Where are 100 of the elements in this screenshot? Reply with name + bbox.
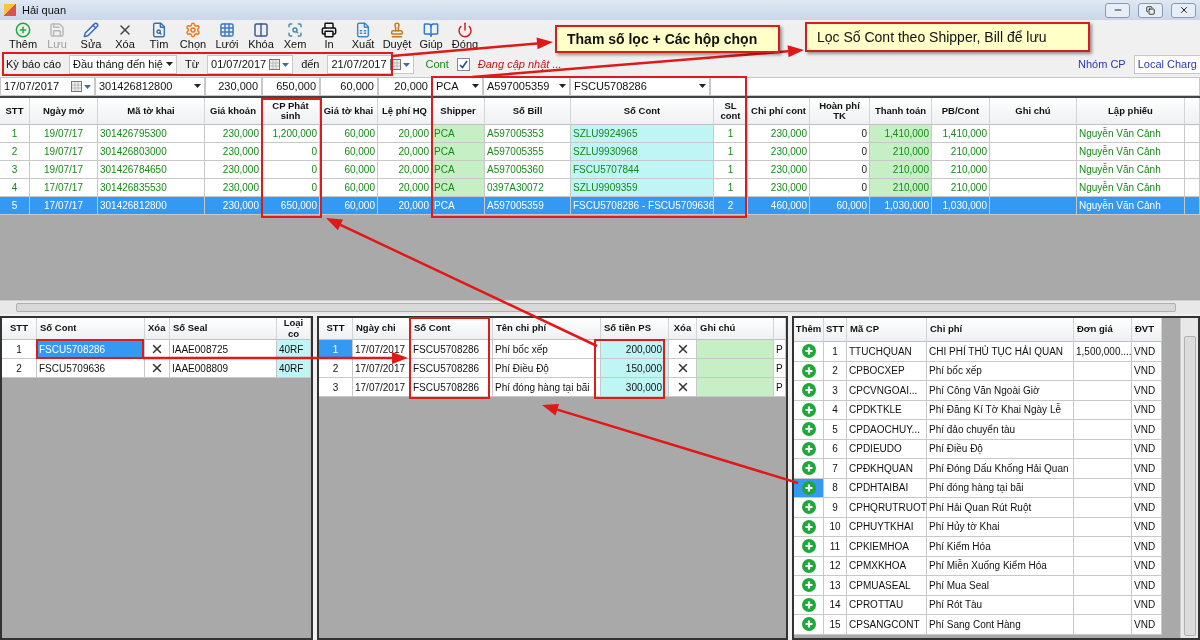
toolbar-button[interactable]: Chọn — [176, 21, 210, 51]
dropdown-arrow-icon — [472, 84, 479, 88]
table-row[interactable]: 3 19/07/17 301426784650 230,000 0 60,000 20,000 PCA A597005360 FSCU5707844 1 230,000 0 210,000 210,000 Nguyễn Văn Cảnh — [0, 161, 1200, 179]
table-cell: P — [774, 378, 786, 397]
add-icon[interactable] — [801, 363, 816, 378]
callout-note: Lọc Số Cont theo Shipper, Bill để lưu — [805, 22, 1090, 52]
add-cell[interactable] — [794, 400, 824, 420]
table-cell: CPDKTKLE — [847, 400, 927, 420]
input-field[interactable] — [710, 76, 1200, 96]
add-cell[interactable] — [794, 498, 824, 518]
check-icon — [458, 59, 468, 69]
column-header: Ghi chú — [697, 318, 774, 340]
table-cell: 20,000 — [378, 197, 432, 215]
restore-button[interactable] — [1138, 2, 1163, 18]
add-icon[interactable] — [801, 402, 816, 417]
table-cell: 40RF — [277, 359, 311, 378]
table-cell: CPBOCXEP — [847, 361, 927, 381]
table-cell[interactable]: 3 — [319, 378, 353, 397]
table-cell: 210,000 — [870, 143, 932, 161]
column-header: Ngày chi — [353, 318, 411, 340]
column-header: Shipper — [432, 98, 485, 125]
table-row[interactable]: 2 19/07/17 301426803000 230,000 0 60,000 20,000 PCA A597005355 SZLU9930968 1 230,000 0 210,000 210,000 Nguyễn Văn Cảnh — [0, 143, 1200, 161]
table-cell: VND — [1132, 576, 1162, 596]
add-cell[interactable] — [794, 556, 824, 576]
scrollbar-thumb[interactable] — [1183, 336, 1196, 636]
minimize-button[interactable] — [1105, 2, 1130, 18]
toolbar-button[interactable]: Duyệt — [380, 21, 414, 51]
delete-icon[interactable] — [150, 361, 164, 375]
table-cell: Phí Điều Độ — [927, 439, 1074, 459]
add-cell[interactable] — [794, 595, 824, 615]
group-label: Nhóm CP — [1078, 58, 1126, 70]
table-cell[interactable]: FSCU5709636 — [37, 359, 145, 378]
toolbar-button[interactable]: Xem — [278, 21, 312, 51]
add-cell[interactable] — [794, 615, 824, 635]
book-icon — [423, 21, 439, 38]
toolbar-button[interactable]: Lưới — [210, 21, 244, 51]
add-icon[interactable] — [801, 344, 816, 359]
declaration-dropdown[interactable]: 301426812800 — [95, 76, 205, 96]
add-icon[interactable] — [801, 539, 816, 554]
table-cell: A597005359 — [485, 197, 571, 215]
amount-field[interactable]: 230,000 — [205, 76, 262, 96]
amount-field[interactable]: 650,000 — [262, 76, 320, 96]
add-cell[interactable] — [794, 517, 824, 537]
toolbar-button[interactable]: Xuất — [346, 21, 380, 51]
toolbar-button[interactable]: Giúp — [414, 21, 448, 51]
dropdown-arrow-icon — [699, 84, 706, 88]
toolbar-button[interactable]: Sửa — [74, 21, 108, 51]
toolbar-button[interactable]: Tìm — [142, 21, 176, 51]
add-icon[interactable] — [801, 383, 816, 398]
add-cell[interactable] — [794, 342, 824, 362]
add-icon[interactable] — [801, 578, 816, 593]
column-header: Hoàn phí TK — [810, 98, 870, 125]
group-field[interactable]: Local Charg — [1133, 54, 1200, 74]
add-icon[interactable] — [801, 558, 816, 573]
table-cell: VND — [1132, 420, 1162, 440]
column-header: Giá khoản — [205, 98, 262, 125]
toolbar-button[interactable]: Xóa — [108, 21, 142, 51]
add-icon[interactable] — [801, 500, 816, 515]
amount-field[interactable]: 60,000 — [320, 76, 378, 96]
to-label: đến — [301, 58, 320, 70]
add-cell[interactable] — [794, 381, 824, 401]
to-date-field[interactable]: 21/07/2017 — [327, 54, 414, 74]
toolbar-button[interactable]: Khóa — [244, 21, 278, 51]
add-icon[interactable] — [801, 461, 816, 476]
scrollbar-thumb[interactable] — [16, 303, 1176, 312]
table-cell: Phí Kiểm Hóa — [927, 537, 1074, 557]
table-cell: PCA — [432, 197, 485, 215]
table-cell: PCA — [432, 143, 485, 161]
table-cell: 3 — [824, 381, 847, 401]
amount-field[interactable]: 20,000 — [378, 76, 432, 96]
table-row[interactable]: 1 19/07/17 301426795300 230,000 1,200,000 60,000 20,000 PCA A597005353 SZLU9924965 1 230,000 0 1,410,000 1,410,000 Nguyễn Văn Cảnh — [0, 125, 1200, 143]
column-header: Loại co — [277, 318, 311, 340]
add-cell[interactable] — [794, 576, 824, 596]
add-cell[interactable] — [794, 459, 824, 479]
add-icon[interactable] — [801, 597, 816, 612]
table-cell: 5 — [824, 420, 847, 440]
date-field[interactable]: 17/07/2017 — [0, 76, 95, 96]
add-icon[interactable] — [801, 519, 816, 534]
add-cell[interactable] — [794, 537, 824, 557]
column-header: Lập phiếu — [1077, 98, 1185, 125]
restore-icon — [1146, 5, 1155, 15]
add-icon[interactable] — [801, 480, 816, 495]
close-button[interactable] — [1171, 2, 1196, 18]
add-icon[interactable] — [801, 617, 816, 632]
period-dropdown[interactable]: Đầu tháng đến hiệ — [69, 54, 177, 74]
add-cell[interactable] — [794, 420, 824, 440]
table-cell: 5 — [0, 197, 30, 215]
from-label: Từ — [184, 58, 200, 70]
toolbar-button[interactable]: Thêm — [6, 21, 40, 51]
toolbar-button[interactable]: In — [312, 21, 346, 51]
cont-checkbox[interactable] — [456, 57, 470, 71]
table-cell: Phí đảo chuyển tàu — [927, 420, 1074, 440]
table-cell: VND — [1132, 595, 1162, 615]
add-icon[interactable] — [801, 422, 816, 437]
add-cell[interactable] — [794, 361, 824, 381]
add-icon[interactable] — [801, 441, 816, 456]
table-row[interactable]: 4 17/07/17 301426835530 230,000 0 60,000 20,000 PCA 0397A30072 SZLU9909359 1 230,000 0 210,000 210,000 Nguyễn Văn Cảnh — [0, 179, 1200, 197]
add-cell[interactable] — [794, 439, 824, 459]
delete-icon[interactable] — [150, 342, 164, 356]
from-date-field[interactable]: 01/07/2017 — [207, 54, 294, 74]
